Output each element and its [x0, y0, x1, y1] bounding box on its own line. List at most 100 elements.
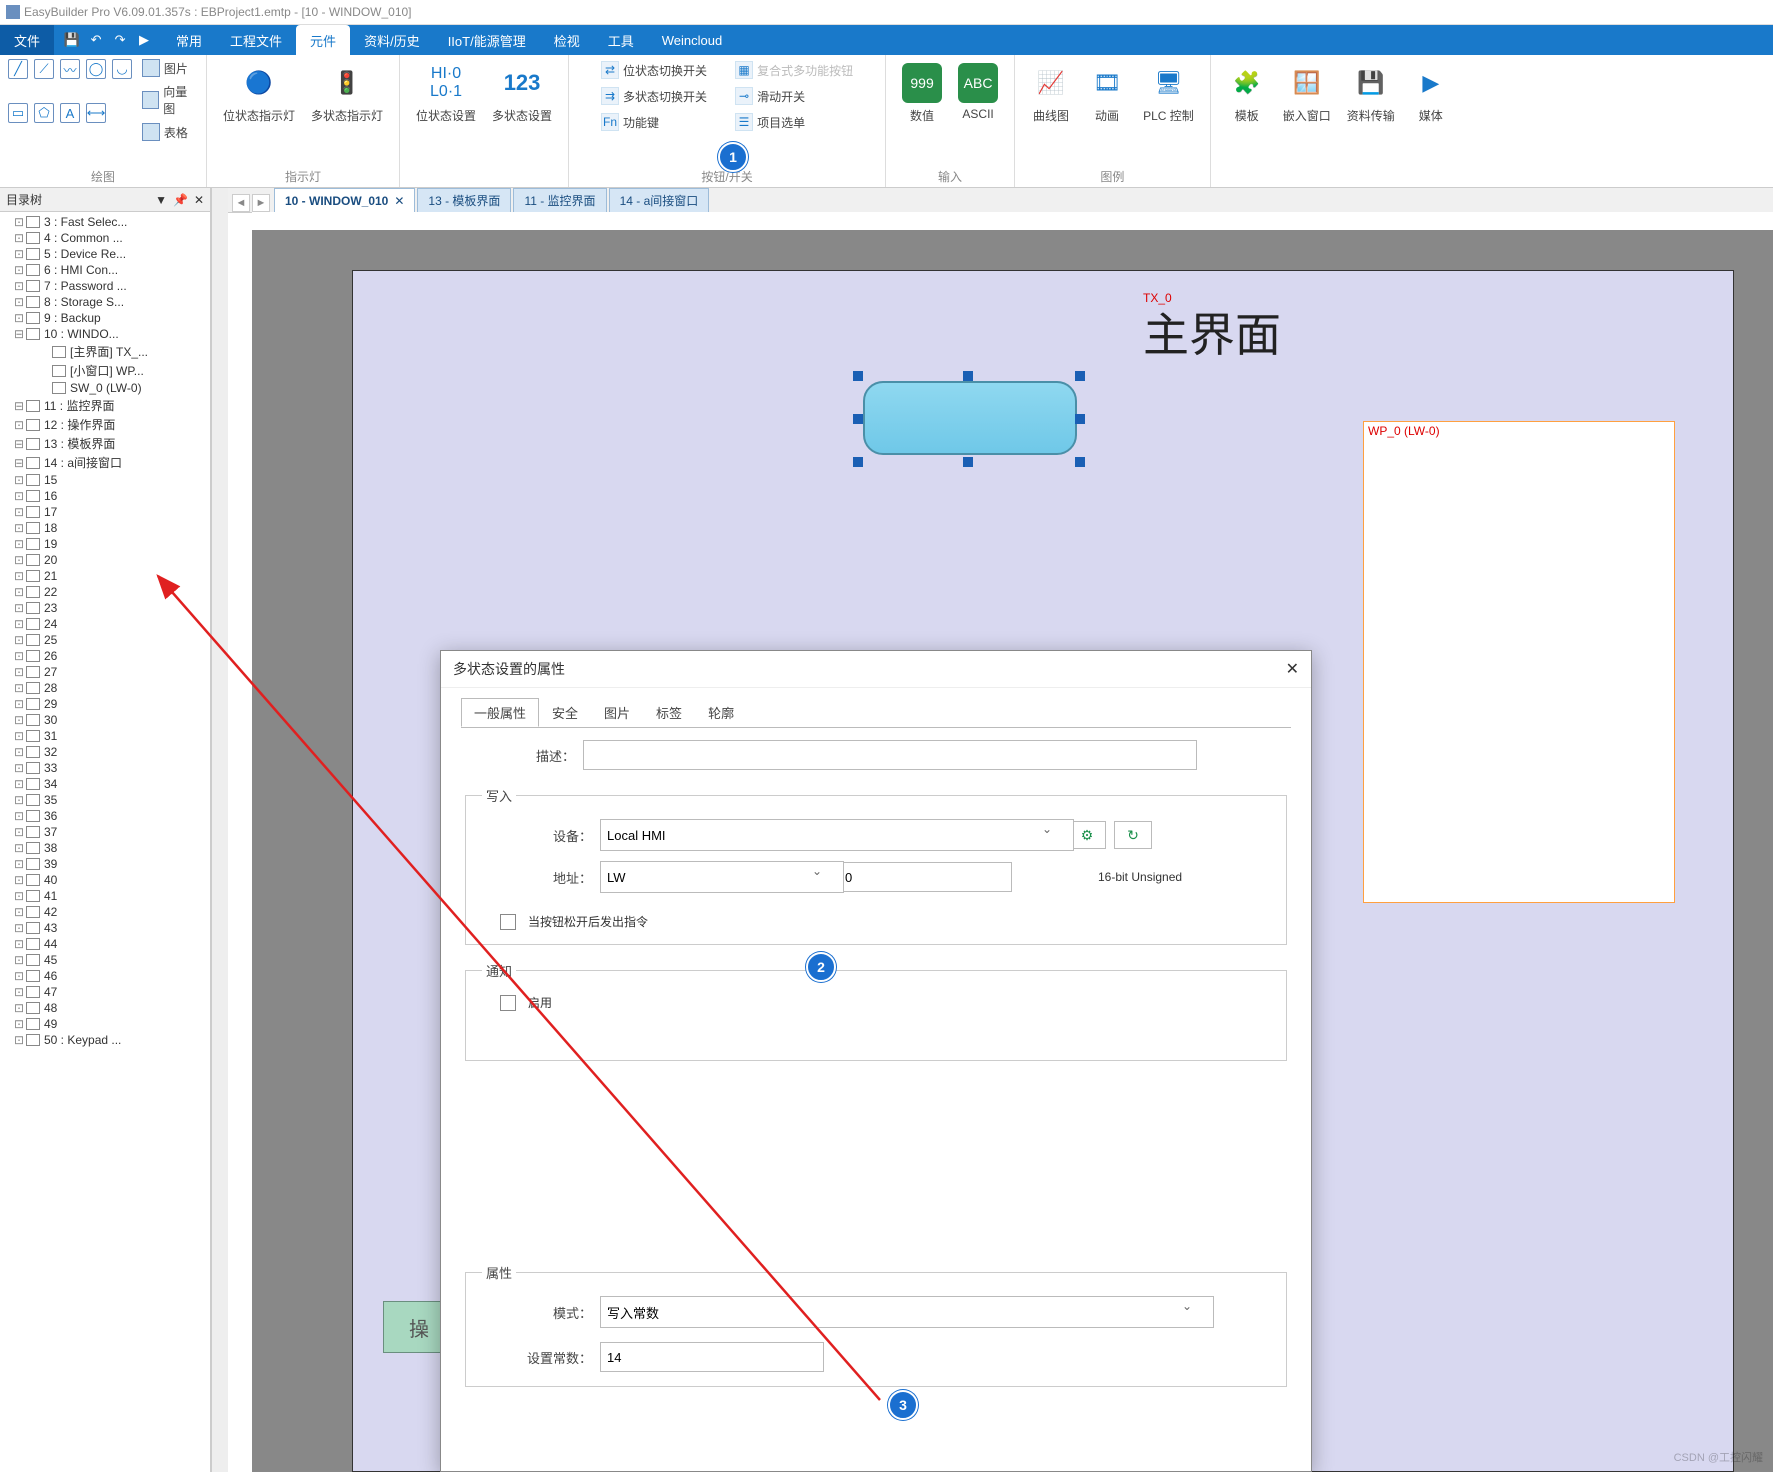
tree-toggle-icon[interactable]: ⊡ [14, 215, 24, 229]
menu-item[interactable]: IIoT/能源管理 [434, 25, 540, 55]
desc-input[interactable] [583, 740, 1197, 770]
tree-item[interactable]: ⊡47 [0, 984, 210, 1000]
tree-item[interactable]: ⊡35 [0, 792, 210, 808]
tree-item[interactable]: ⊡17 [0, 504, 210, 520]
ribbon-func-key[interactable]: Fn功能键 [597, 111, 711, 133]
tree-item[interactable]: ⊡45 [0, 952, 210, 968]
tree-item[interactable]: ⊡15 [0, 472, 210, 488]
tree-item[interactable]: ⊡23 [0, 600, 210, 616]
line-icon[interactable]: ╱ [8, 59, 28, 79]
tab-close-icon[interactable]: ✕ [394, 194, 404, 208]
tree-item[interactable]: ⊟13 : 模板界面 [0, 434, 210, 453]
tree-toggle-icon[interactable]: ⊡ [14, 697, 24, 711]
tree-item[interactable]: ⊡29 [0, 696, 210, 712]
tree-item[interactable]: ⊡46 [0, 968, 210, 984]
tree-toggle-icon[interactable]: ⊡ [14, 681, 24, 695]
tree-item[interactable]: ⊡24 [0, 616, 210, 632]
tree-item[interactable]: ⊡27 [0, 664, 210, 680]
menu-item[interactable]: 检视 [540, 25, 594, 55]
dialog-tab[interactable]: 安全 [539, 698, 591, 727]
tree-item[interactable]: ⊡12 : 操作界面 [0, 415, 210, 434]
curve-icon[interactable]: 〰 [60, 59, 80, 79]
menu-item[interactable]: 常用 [162, 25, 216, 55]
tree-toggle-icon[interactable]: ⊟ [14, 399, 24, 413]
tree-toggle-icon[interactable]: ⊡ [14, 969, 24, 983]
selection-handle[interactable] [963, 371, 973, 381]
tree-toggle-icon[interactable]: ⊡ [14, 937, 24, 951]
tree-toggle-icon[interactable]: ⊡ [14, 553, 24, 567]
redo-icon[interactable]: ↷ [112, 32, 128, 48]
tree-item[interactable]: ⊡26 [0, 648, 210, 664]
tree-toggle-icon[interactable]: ⊡ [14, 521, 24, 535]
dialog-tab[interactable]: 标签 [643, 698, 695, 727]
ribbon-vector[interactable]: 向量图 [142, 83, 198, 117]
menu-item[interactable]: 工程文件 [216, 25, 296, 55]
tree-item[interactable]: ⊡3 : Fast Selec... [0, 214, 210, 230]
addr-type-select[interactable] [600, 861, 844, 893]
tree-toggle-icon[interactable]: ⊡ [14, 777, 24, 791]
tree-toggle-icon[interactable]: ⊟ [14, 437, 24, 451]
tree-item[interactable]: ⊡44 [0, 936, 210, 952]
tree-toggle-icon[interactable]: ⊡ [14, 231, 24, 245]
tree-toggle-icon[interactable]: ⊟ [14, 327, 24, 341]
ribbon-item-list[interactable]: ☰项目选单 [731, 111, 857, 133]
tree-toggle-icon[interactable]: ⊡ [14, 1001, 24, 1015]
tab-nav-prev-icon[interactable]: ◄ [232, 194, 250, 212]
undo-icon[interactable]: ↶ [88, 32, 104, 48]
tree-toggle-icon[interactable]: ⊡ [14, 418, 24, 432]
tree-item[interactable]: ⊡41 [0, 888, 210, 904]
tree-item[interactable]: ⊡22 [0, 584, 210, 600]
sidebar-pin-icon[interactable]: 📌 [173, 193, 188, 207]
tree-toggle-icon[interactable]: ⊡ [14, 809, 24, 823]
tree-item[interactable]: ⊡18 [0, 520, 210, 536]
ribbon-media[interactable]: ▶媒体 [1403, 59, 1459, 128]
menu-item[interactable]: 资料/历史 [350, 25, 434, 55]
tree-toggle-icon[interactable]: ⊡ [14, 665, 24, 679]
tree-toggle-icon[interactable]: ⊡ [14, 953, 24, 967]
ribbon-picture[interactable]: 图片 [142, 59, 198, 77]
tree-item[interactable]: [小窗口] WP... [0, 361, 210, 380]
tree-toggle-icon[interactable]: ⊡ [14, 761, 24, 775]
tree-item[interactable]: ⊟11 : 监控界面 [0, 396, 210, 415]
tree-item[interactable]: SW_0 (LW-0) [0, 380, 210, 396]
tree-item[interactable]: ⊡31 [0, 728, 210, 744]
tree-item[interactable]: ⊡21 [0, 568, 210, 584]
dialog-tab[interactable]: 一般属性 [461, 698, 539, 727]
tree-toggle-icon[interactable]: ⊡ [14, 857, 24, 871]
tree-item[interactable]: ⊡28 [0, 680, 210, 696]
tree-item[interactable]: ⊡19 [0, 536, 210, 552]
tree-item[interactable]: ⊡6 : HMI Con... [0, 262, 210, 278]
tree-item[interactable]: ⊡43 [0, 920, 210, 936]
selection-handle[interactable] [853, 414, 863, 424]
tree-toggle-icon[interactable]: ⊡ [14, 1033, 24, 1047]
ribbon-anim[interactable]: 🎞动画 [1079, 59, 1135, 128]
tree-item[interactable]: ⊡16 [0, 488, 210, 504]
tree-item[interactable]: ⊡48 [0, 1000, 210, 1016]
tree-item[interactable]: ⊡42 [0, 904, 210, 920]
rect-icon[interactable]: ▭ [8, 103, 28, 123]
menu-file[interactable]: 文件 [0, 25, 54, 55]
tree-toggle-icon[interactable]: ⊡ [14, 247, 24, 261]
tree-toggle-icon[interactable]: ⊡ [14, 713, 24, 727]
tree-item[interactable]: ⊟14 : a间接窗口 [0, 453, 210, 472]
tree-item[interactable]: ⊡37 [0, 824, 210, 840]
tree-toggle-icon[interactable]: ⊡ [14, 633, 24, 647]
tree-item[interactable]: ⊡40 [0, 872, 210, 888]
tree-toggle-icon[interactable]: ⊡ [14, 489, 24, 503]
selection-handle[interactable] [853, 457, 863, 467]
ribbon-plc[interactable]: 🖥PLC 控制 [1135, 59, 1202, 128]
ribbon-table[interactable]: 表格 [142, 123, 198, 141]
selection-handle[interactable] [1075, 371, 1085, 381]
menu-item[interactable]: Weincloud [648, 25, 736, 55]
tree-item[interactable]: ⊡7 : Password ... [0, 278, 210, 294]
run-icon[interactable]: ▶ [136, 32, 152, 48]
arc-icon[interactable]: ◡ [112, 59, 132, 79]
menu-item[interactable]: 工具 [594, 25, 648, 55]
tab-nav-next-icon[interactable]: ► [252, 194, 270, 212]
object-title-text[interactable]: 主界面 [1143, 299, 1281, 365]
sidebar-scrollbar[interactable] [211, 188, 228, 1472]
tree-toggle-icon[interactable]: ⊡ [14, 1017, 24, 1031]
tree-toggle-icon[interactable]: ⊡ [14, 873, 24, 887]
editor-tab[interactable]: 13 - 模板界面 [417, 188, 511, 212]
ribbon-numeric[interactable]: 999 数值 [894, 59, 950, 128]
